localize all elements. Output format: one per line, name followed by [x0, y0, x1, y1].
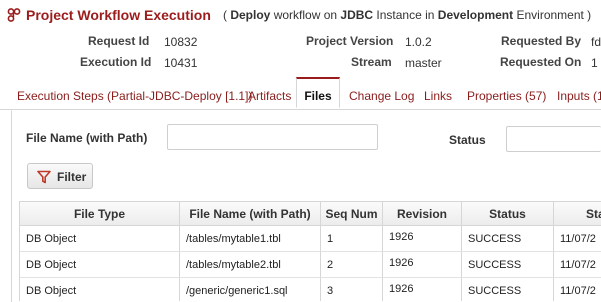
table-cell-seq-num: 1 — [321, 226, 383, 252]
requested-on-label: Requested On — [500, 55, 582, 69]
filter-button[interactable]: Filter — [27, 163, 93, 189]
tab-inputs[interactable]: Inputs (1 — [557, 77, 601, 109]
table-cell-file-type: DB Object — [19, 226, 180, 252]
execution-id-value: 10431 — [164, 56, 198, 70]
subtitle-text-1: workflow on — [270, 8, 341, 22]
table-cell-seq-num: 3 — [321, 278, 383, 301]
status-filter-input[interactable] — [506, 126, 601, 152]
table-cell-status: SUCCESS — [462, 278, 554, 301]
tab-files[interactable]: Files — [296, 77, 340, 108]
tab-links[interactable]: Links — [424, 77, 452, 109]
table-cell-file-type: DB Object — [19, 252, 180, 278]
request-id-label: Request Id — [88, 34, 150, 48]
table-cell-revision: 1926 — [383, 278, 462, 301]
column-header-start[interactable]: Star — [554, 201, 601, 226]
subtitle-text-2: Instance in — [373, 8, 438, 22]
column-header-revision[interactable]: Revision — [383, 201, 462, 226]
table-cell-start: 11/07/2 — [554, 252, 601, 278]
table-cell-file-name[interactable]: /tables/mytable2.tbl — [180, 252, 321, 278]
column-header-file-type[interactable]: File Type — [19, 201, 180, 226]
column-header-seq-num[interactable]: Seq Num — [321, 201, 383, 226]
filter-icon — [37, 170, 51, 184]
column-header-file-name[interactable]: File Name (with Path) — [180, 201, 321, 226]
table-cell-status: SUCCESS — [462, 252, 554, 278]
instance-name: JDBC — [340, 8, 374, 22]
project-version-value: 1.0.2 — [405, 35, 432, 49]
filter-button-label: Filter — [57, 170, 87, 184]
stream-value: master — [405, 56, 442, 70]
table-cell-seq-num: 2 — [321, 252, 383, 278]
page-title: Project Workflow Execution — [26, 7, 211, 23]
table-cell-status: SUCCESS — [462, 226, 554, 252]
tab-properties[interactable]: Properties (57) — [467, 77, 546, 109]
file-name-filter-label: File Name (with Path) — [26, 131, 148, 145]
requested-on-value: 1 — [591, 56, 598, 70]
table-cell-start: 11/07/2 — [554, 278, 601, 301]
table-cell-file-name[interactable]: /generic/generic1.sql — [180, 278, 321, 301]
stream-label: Stream — [351, 55, 392, 69]
operation-name: Deploy — [230, 8, 271, 22]
page-header: Project Workflow Execution ( Deploy work… — [0, 0, 601, 32]
tab-change-log[interactable]: Change Log — [349, 77, 414, 109]
tab-artifacts[interactable]: Artifacts — [248, 77, 291, 109]
page-subtitle: ( Deploy workflow on JDBC Instance in De… — [223, 8, 591, 22]
tab-bar: Execution Steps (Partial-JDBC-Deploy [1.… — [0, 77, 601, 110]
environment-name: Development — [437, 8, 514, 22]
tab-execution-steps[interactable]: Execution Steps (Partial-JDBC-Deploy [1.… — [17, 77, 252, 109]
column-header-status[interactable]: Status — [462, 201, 554, 226]
request-id-value: 10832 — [164, 35, 198, 49]
files-table: File Type File Name (with Path) Seq Num … — [19, 201, 601, 301]
execution-id-label: Execution Id — [80, 55, 152, 69]
subtitle-text-3: Environment ) — [513, 8, 592, 22]
table-cell-file-name[interactable]: /tables/mytable1.tbl — [180, 226, 321, 252]
table-cell-revision: 1926 — [383, 226, 462, 252]
table-cell-revision: 1926 — [383, 252, 462, 278]
status-filter-label: Status — [449, 133, 486, 147]
file-name-filter-input[interactable] — [167, 124, 378, 150]
project-version-label: Project Version — [306, 34, 394, 48]
requested-by-value: fd — [591, 35, 601, 49]
requested-by-label: Requested By — [501, 34, 582, 48]
table-cell-file-type: DB Object — [19, 278, 180, 301]
workflow-icon — [7, 8, 21, 22]
table-cell-start: 11/07/2 — [554, 226, 601, 252]
